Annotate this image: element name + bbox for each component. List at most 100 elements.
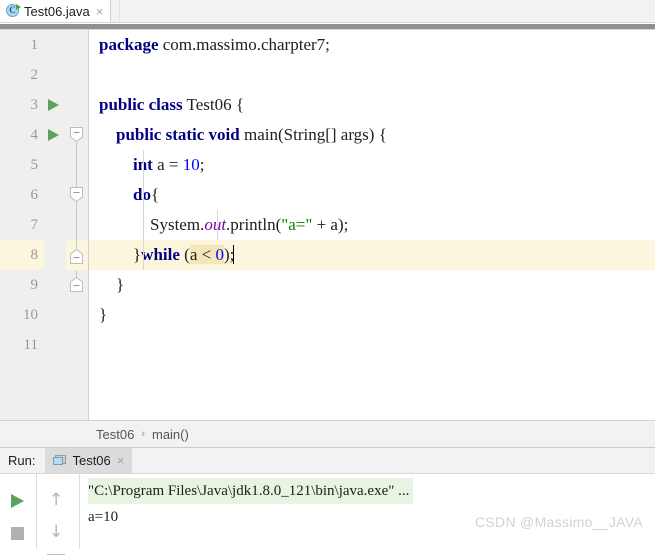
code-text[interactable]: public class Test06 { [89, 90, 655, 120]
editor-tab-bar: C Test06.java × [0, 0, 655, 23]
line-number: 5 [0, 150, 44, 180]
code-line-3[interactable]: 3 public class Test06 { [0, 90, 655, 120]
console-icon [53, 455, 67, 466]
run-gutter [44, 60, 66, 90]
fold-gutter[interactable] [66, 240, 89, 270]
fold-gutter[interactable] [66, 150, 89, 180]
run-gutter [44, 150, 66, 180]
run-gutter [44, 240, 66, 270]
code-line-11[interactable]: 11 [0, 330, 655, 360]
line-number: 4 [0, 120, 44, 150]
line-number: 8 [0, 240, 44, 270]
fold-gutter [66, 360, 89, 390]
code-line-7[interactable]: 7 System.out.println("a=" + a); [0, 210, 655, 240]
run-gutter[interactable] [44, 90, 66, 120]
run-gutter [44, 30, 66, 60]
tab-bar-separator [0, 23, 655, 30]
code-editor[interactable]: 1 package com.massimo.charpter7; 2 3 pub… [0, 30, 655, 420]
run-gutter[interactable] [44, 120, 66, 150]
fold-gutter[interactable] [66, 270, 89, 300]
code-text[interactable]: public static void main(String[] args) { [89, 120, 655, 150]
line-number: 6 [0, 180, 44, 210]
editor-tab-label: Test06.java [24, 3, 90, 19]
watermark: CSDN @Massimo__JAVA [475, 514, 643, 530]
editor-tab-test06[interactable]: C Test06.java × [0, 0, 112, 22]
breadcrumb-item-class[interactable]: Test06 [96, 427, 134, 442]
run-gutter [44, 180, 66, 210]
line-number: 3 [0, 90, 44, 120]
code-text[interactable]: } [89, 300, 655, 330]
line-number-empty [0, 360, 44, 390]
line-number: 11 [0, 330, 44, 360]
run-gutter [44, 390, 66, 420]
code-line-9[interactable]: 9 } [0, 270, 655, 300]
fold-collapse-icon[interactable] [69, 186, 84, 203]
code-text[interactable]: int a = 10; [89, 150, 655, 180]
code-text[interactable] [89, 390, 655, 420]
fold-gutter[interactable] [66, 210, 89, 240]
stop-icon[interactable] [11, 527, 24, 540]
breadcrumb-item-method[interactable]: main() [152, 427, 189, 442]
code-line-empty[interactable] [0, 360, 655, 390]
fold-gutter[interactable] [66, 60, 89, 90]
code-line-6[interactable]: 6 do{ [0, 180, 655, 210]
run-tab-label: Test06 [72, 453, 111, 468]
code-line-8[interactable]: 8 }while (a < 0); [0, 240, 655, 270]
code-line-empty[interactable] [0, 390, 655, 420]
fold-gutter[interactable] [66, 300, 89, 330]
run-navigation-toolbar: ↑ ↓ [37, 474, 80, 555]
line-number: 9 [0, 270, 44, 300]
code-text[interactable] [89, 330, 655, 360]
close-icon[interactable]: × [117, 453, 125, 468]
code-line-4[interactable]: 4 public static void main(String[] args)… [0, 120, 655, 150]
line-number: 1 [0, 30, 44, 60]
code-line-10[interactable]: 10 } [0, 300, 655, 330]
close-icon[interactable]: × [96, 5, 104, 18]
code-text[interactable]: } [89, 270, 655, 300]
run-gutter [44, 210, 66, 240]
arrow-up-icon[interactable]: ↑ [49, 492, 63, 509]
line-number-empty [0, 390, 44, 420]
run-panel-body: ↑ ↓ "C:\Program Files\Java\jdk1.8.0_121\… [0, 474, 655, 555]
code-line-1[interactable]: 1 package com.massimo.charpter7; [0, 30, 655, 60]
console-line-command: "C:\Program Files\Java\jdk1.8.0_121\bin\… [88, 478, 655, 504]
arrow-down-icon[interactable]: ↓ [49, 524, 63, 541]
java-class-icon: C [6, 4, 21, 18]
run-tool-window: Run: Test06 × ↑ ↓ "C:\Program Files\Java… [0, 448, 655, 555]
code-line-5[interactable]: 5 int a = 10; [0, 150, 655, 180]
fold-gutter[interactable] [66, 90, 89, 120]
fold-collapse-end-icon[interactable] [69, 248, 84, 265]
code-text[interactable]: do{ [89, 180, 655, 210]
run-gutter [44, 300, 66, 330]
code-line-2[interactable]: 2 [0, 60, 655, 90]
run-gutter [44, 360, 66, 390]
run-tab-test06[interactable]: Test06 × [45, 448, 133, 473]
rerun-icon[interactable] [11, 494, 24, 508]
run-gutter [44, 270, 66, 300]
code-text[interactable] [89, 60, 655, 90]
run-class-icon[interactable] [48, 99, 59, 111]
fold-gutter[interactable] [66, 30, 89, 60]
run-gutter [44, 330, 66, 360]
line-number: 7 [0, 210, 44, 240]
code-text[interactable]: System.out.println("a=" + a); [89, 210, 655, 240]
fold-gutter[interactable] [66, 180, 89, 210]
code-text[interactable]: package com.massimo.charpter7; [89, 30, 655, 60]
run-panel-label: Run: [8, 453, 36, 468]
code-text[interactable]: }while (a < 0); [89, 240, 655, 270]
fold-gutter[interactable] [66, 120, 89, 150]
run-method-icon[interactable] [48, 129, 59, 141]
tab-bar-filler [119, 0, 655, 22]
code-text[interactable] [89, 360, 655, 390]
console-command-text: "C:\Program Files\Java\jdk1.8.0_121\bin\… [88, 478, 414, 504]
fold-gutter[interactable] [66, 330, 89, 360]
run-actions-toolbar [0, 474, 37, 549]
run-tab-bar: Run: Test06 × [0, 448, 655, 474]
line-number: 2 [0, 60, 44, 90]
fold-collapse-icon[interactable] [69, 126, 84, 143]
text-caret [233, 245, 235, 264]
fold-gutter [66, 390, 89, 420]
line-number: 10 [0, 300, 44, 330]
console-output[interactable]: "C:\Program Files\Java\jdk1.8.0_121\bin\… [80, 474, 655, 549]
fold-collapse-end-icon[interactable] [69, 276, 84, 293]
